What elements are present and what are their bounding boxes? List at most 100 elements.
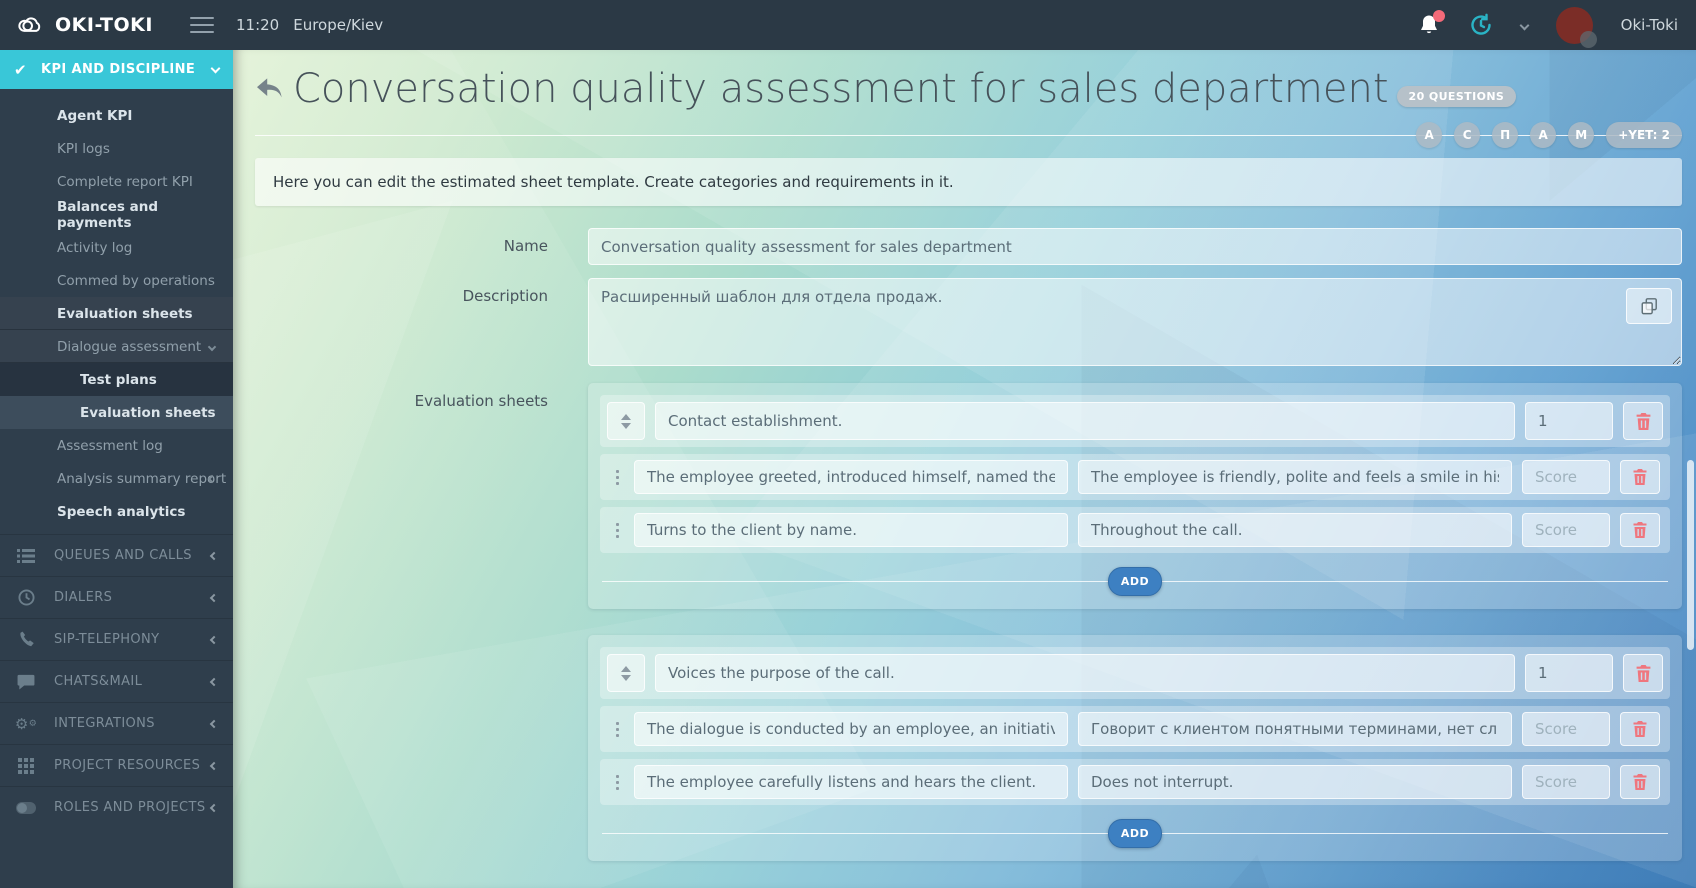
add-question-button[interactable]: ADD <box>1108 567 1162 596</box>
sidebar-section-roles-and-projects[interactable]: ROLES AND PROJECTS <box>0 786 233 828</box>
reviewer-avatar[interactable]: M <box>1568 122 1594 148</box>
name-input[interactable] <box>588 228 1682 265</box>
reviewer-avatar[interactable]: C <box>1454 122 1480 148</box>
grid-icon <box>16 757 36 775</box>
question-row <box>600 706 1670 752</box>
reviewers-more-badge[interactable]: +YET: 2 <box>1606 122 1682 148</box>
drag-handle[interactable] <box>607 402 645 440</box>
sidebar-section-label: SIP-TELEPHONY <box>54 632 159 647</box>
user-menu-chevron-icon[interactable] <box>1519 20 1529 30</box>
add-question-button[interactable]: ADD <box>1108 819 1162 848</box>
drag-dots-icon[interactable] <box>610 775 624 790</box>
score-input[interactable] <box>1522 513 1610 547</box>
delete-question-button[interactable] <box>1620 460 1660 494</box>
sidebar-item-evaluation-sheets-group[interactable]: Evaluation sheets <box>0 297 233 330</box>
sidebar-item-analysis-summary-report[interactable]: Analysis summary report <box>0 462 233 495</box>
chevron-down-icon <box>211 63 221 73</box>
back-button[interactable] <box>255 76 285 102</box>
sidebar-section-label: PROJECT RESOURCES <box>54 758 200 773</box>
name-row: Name <box>255 228 1682 265</box>
brand-logo[interactable]: OKI-TOKI <box>0 14 178 36</box>
scrollbar-thumb[interactable] <box>1687 460 1694 650</box>
hamburger-icon[interactable] <box>190 17 214 33</box>
sidebar-section-kpi-and-discipline[interactable]: ✔ KPI AND DISCIPLINE <box>0 50 233 89</box>
sidebar-section-chats-mail[interactable]: CHATS&MAIL <box>0 660 233 702</box>
sidebar-item-kpi-logs[interactable]: KPI logs <box>0 132 233 165</box>
copy-button[interactable] <box>1626 288 1672 324</box>
score-input[interactable] <box>1522 460 1610 494</box>
sidebar-item-dialogue-assessment[interactable]: Dialogue assessment <box>0 330 233 363</box>
history-button[interactable] <box>1469 13 1493 37</box>
question-comment-input[interactable] <box>1078 765 1512 799</box>
question-comment-input[interactable] <box>1078 513 1512 547</box>
sidebar-item-label: Speech analytics <box>57 504 185 520</box>
time-value: 11:20 <box>236 16 279 34</box>
delete-question-button[interactable] <box>1620 765 1660 799</box>
sidebar-section-dialers[interactable]: DIALERS <box>0 576 233 618</box>
sidebar-item-complete-report-kpi[interactable]: Complete report KPI <box>0 165 233 198</box>
score-input[interactable] <box>1522 765 1610 799</box>
sidebar-item-label: KPI logs <box>57 141 110 157</box>
sidebar-section-project-resources[interactable]: PROJECT RESOURCES <box>0 744 233 786</box>
sidebar-section-label: INTEGRATIONS <box>54 716 155 731</box>
questions-count-badge: 20 QUESTIONS <box>1397 86 1517 107</box>
sidebar-item-assessment-log[interactable]: Assessment log <box>0 429 233 462</box>
reviewer-avatar[interactable]: A <box>1416 122 1442 148</box>
sidebar-item-balances-and-payments[interactable]: Balances and payments <box>0 198 233 231</box>
trash-icon <box>1636 413 1651 430</box>
sidebar-item-agent-kpi[interactable]: Agent KPI <box>0 99 233 132</box>
sidebar-item-label: Assessment log <box>57 438 163 454</box>
reviewer-avatar[interactable]: П <box>1492 122 1518 148</box>
question-comment-input[interactable] <box>1078 712 1512 746</box>
user-avatar[interactable] <box>1556 7 1593 44</box>
sidebar-section-sip-telephony[interactable]: SIP-TELEPHONY <box>0 618 233 660</box>
category-weight-input[interactable] <box>1525 654 1613 692</box>
delete-category-button[interactable] <box>1623 654 1663 692</box>
delete-question-button[interactable] <box>1620 712 1660 746</box>
history-icon <box>1469 13 1493 37</box>
category-block: ADD <box>588 635 1682 861</box>
description-textarea[interactable] <box>588 278 1682 366</box>
question-comment-input[interactable] <box>1078 460 1512 494</box>
sidebar-item-label: Complete report KPI <box>57 174 193 190</box>
sidebar-item-commed-by-operations[interactable]: Commed by operations <box>0 264 233 297</box>
reviewer-avatar[interactable]: A <box>1530 122 1556 148</box>
question-text-input[interactable] <box>634 460 1068 494</box>
trash-icon <box>1633 721 1647 737</box>
sidebar-item-label: Agent KPI <box>57 108 132 124</box>
sidebar-item-evaluation-sheets-active[interactable]: Evaluation sheets <box>0 396 233 429</box>
page-title: Conversation quality assessment for sale… <box>293 66 1389 112</box>
user-name: Oki-Toki <box>1621 16 1678 34</box>
question-row <box>600 454 1670 500</box>
chevron-left-icon <box>210 719 218 727</box>
drag-handle[interactable] <box>607 654 645 692</box>
app-window: OKI-TOKI 11:20 Europe/Kiev <box>0 0 1696 888</box>
sidebar-item-label: Commed by operations <box>57 273 215 289</box>
question-text-input[interactable] <box>634 712 1068 746</box>
chevron-down-icon <box>208 342 216 350</box>
sidebar-item-speech-analytics[interactable]: Speech analytics <box>0 495 233 528</box>
sidebar-item-test-plans[interactable]: Test plans <box>0 363 233 396</box>
user-status-badge <box>1580 31 1597 48</box>
notifications-button[interactable] <box>1417 13 1441 37</box>
main-content: Conversation quality assessment for sale… <box>233 50 1696 888</box>
toggle-icon <box>16 799 36 817</box>
delete-category-button[interactable] <box>1623 402 1663 440</box>
sidebar-item-activity-log[interactable]: Activity log <box>0 231 233 264</box>
sidebar-item-label: Analysis summary report <box>57 471 226 487</box>
category-weight-input[interactable] <box>1525 402 1613 440</box>
drag-dots-icon[interactable] <box>610 722 624 737</box>
drag-dots-icon[interactable] <box>610 470 624 485</box>
category-name-input[interactable] <box>655 654 1515 692</box>
sidebar-item-label: Balances and payments <box>57 199 233 231</box>
question-text-input[interactable] <box>634 765 1068 799</box>
drag-dots-icon[interactable] <box>610 523 624 538</box>
question-text-input[interactable] <box>634 513 1068 547</box>
sidebar-section-label: ROLES AND PROJECTS <box>54 800 206 815</box>
category-name-input[interactable] <box>655 402 1515 440</box>
trash-icon <box>1633 522 1647 538</box>
sidebar-section-queues-and-calls[interactable]: QUEUES AND CALLS <box>0 534 233 576</box>
score-input[interactable] <box>1522 712 1610 746</box>
delete-question-button[interactable] <box>1620 513 1660 547</box>
sidebar-section-integrations[interactable]: ⚙︎⚙︎ INTEGRATIONS <box>0 702 233 744</box>
